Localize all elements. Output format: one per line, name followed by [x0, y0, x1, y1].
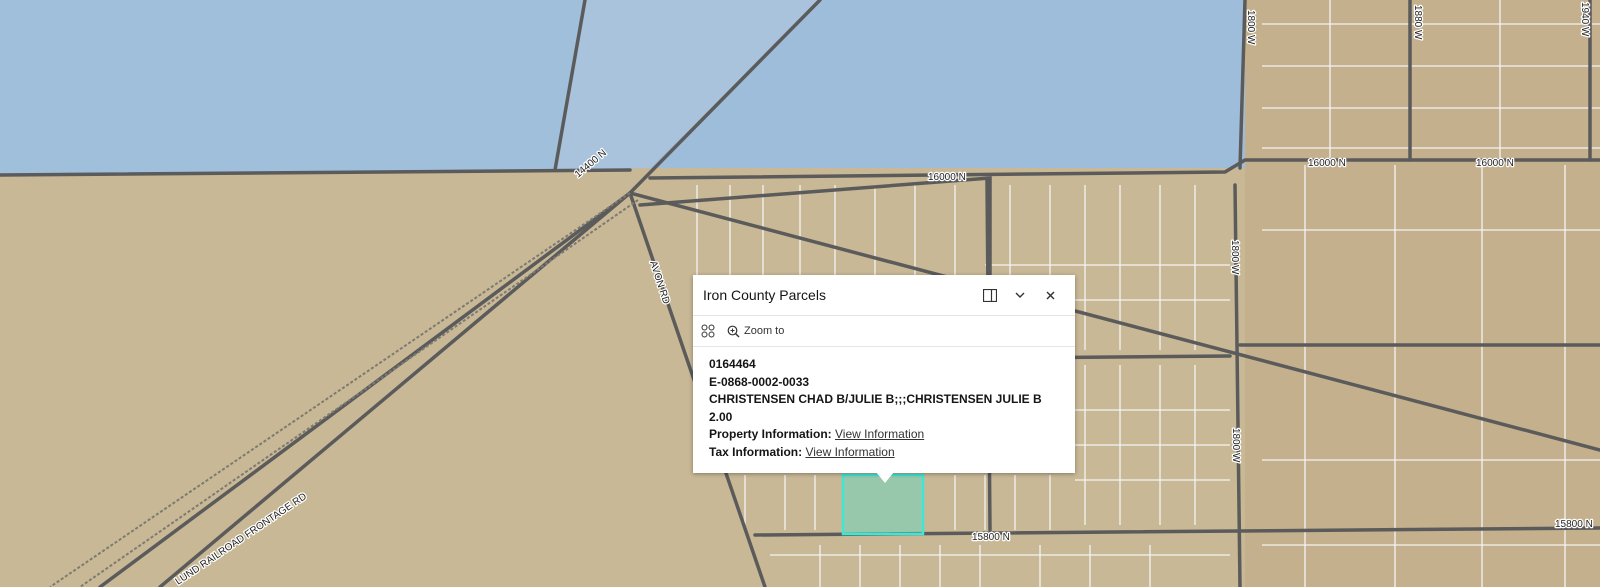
chevron-down-icon [1015, 292, 1025, 298]
selected-parcel-highlight[interactable] [841, 473, 925, 536]
dock-button[interactable] [975, 280, 1005, 310]
tax-info-link[interactable]: View Information [805, 445, 894, 459]
popup-body: 0164464 E-0868-0002-0033 CHRISTENSEN CHA… [693, 347, 1075, 470]
parcel-number: 0164464 [709, 357, 756, 371]
road-label-15800n: 15800 N [972, 532, 1010, 543]
zoom-to-button[interactable]: Zoom to [727, 325, 784, 338]
actions-menu-button[interactable] [701, 324, 715, 338]
tax-info-label: Tax Information: [709, 444, 803, 459]
owner-name: CHRISTENSEN CHAD B/JULIE B;;;CHRISTENSEN… [709, 392, 1042, 406]
road-label-16000n: 16000 N [1476, 158, 1514, 169]
popup-actions: Zoom to [693, 316, 1075, 347]
close-icon [1046, 291, 1054, 299]
road-label-15800n: 15800 N [1555, 519, 1593, 530]
desert-texture-right [1245, 0, 1600, 587]
road-label-1800w: 1800 W [1229, 240, 1240, 275]
close-button[interactable] [1035, 280, 1065, 310]
popup-header: Iron County Parcels [693, 275, 1075, 316]
popup-pointer [876, 472, 894, 483]
parcel-popup: Iron County Parcels Zoom to 0164464 E-08… [693, 275, 1075, 473]
road-label-1880w: 1880 W [1412, 5, 1423, 40]
road-label-1800w: 1800 W [1230, 428, 1241, 463]
zoom-in-icon [727, 325, 740, 337]
account-number: E-0868-0002-0033 [709, 374, 810, 389]
dock-panel-icon [983, 288, 997, 302]
grid-dots-icon [701, 324, 715, 338]
acreage: 2.00 [709, 409, 733, 424]
road-label-1940w: 1940 W [1579, 2, 1590, 37]
zoom-to-label: Zoom to [744, 325, 785, 337]
property-info-link[interactable]: View Information [835, 427, 924, 441]
lakebed-polygon-west [0, 0, 585, 175]
road-label-1800w: 1800 W [1245, 10, 1256, 45]
road-label-16000n: 16000 N [928, 172, 966, 183]
popup-title: Iron County Parcels [703, 287, 826, 303]
collapse-button[interactable] [1005, 280, 1035, 310]
property-info-label: Property Information: [709, 427, 832, 441]
property-info-row: Property Information: View Information [709, 426, 1059, 444]
tax-info-row: Tax Information: View Information [709, 444, 1059, 462]
road-label-16000n: 16000 N [1308, 158, 1346, 169]
